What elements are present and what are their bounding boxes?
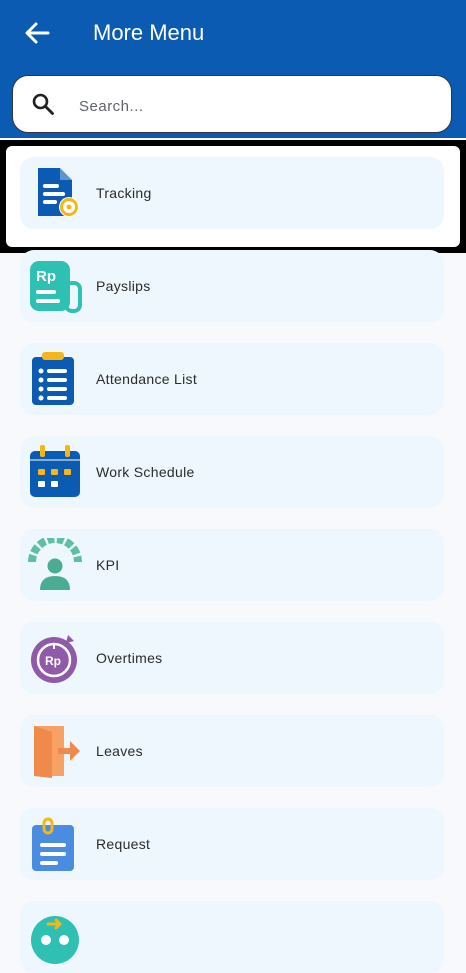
- menu-item-leaves[interactable]: Leaves: [20, 715, 444, 787]
- search-bar[interactable]: [12, 75, 452, 133]
- arrow-left-icon: [25, 22, 50, 44]
- kpi-gauge-person-icon: [28, 538, 82, 590]
- menu-item-label: Overtimes: [96, 650, 163, 666]
- clipboard-list-icon: [32, 352, 74, 405]
- back-button[interactable]: [20, 18, 54, 48]
- menu-item-payslips[interactable]: Rp Payslips: [20, 250, 444, 322]
- menu-item-tracking[interactable]: Tracking: [20, 157, 444, 229]
- request-document-icon: [32, 817, 74, 871]
- app-bar: More Menu: [0, 0, 466, 138]
- exit-door-icon: [34, 726, 80, 778]
- menu-item-label: Leaves: [96, 743, 143, 759]
- tracking-document-icon: [38, 168, 79, 217]
- partial-menu-icon: [31, 916, 79, 964]
- menu-item-label: Request: [96, 836, 151, 852]
- search-input[interactable]: [77, 90, 431, 122]
- menu-item-work-schedule[interactable]: Work Schedule: [20, 436, 444, 508]
- menu-item-attendance-list[interactable]: Attendance List: [20, 343, 444, 415]
- calendar-icon: [30, 445, 80, 497]
- payslip-rp-icon: Rp: [30, 261, 82, 313]
- page-title: More Menu: [93, 20, 205, 45]
- overtime-clock-rp-icon: Rp: [31, 635, 77, 683]
- menu-item-label: Work Schedule: [96, 464, 195, 480]
- menu-item-kpi[interactable]: KPI: [20, 529, 444, 601]
- menu-item-label: Tracking: [96, 185, 152, 201]
- svg-text:Rp: Rp: [36, 268, 56, 285]
- menu-item-partial[interactable]: [20, 901, 444, 973]
- menu-item-label: KPI: [96, 557, 120, 573]
- menu-item-label: Payslips: [96, 278, 151, 294]
- svg-text:Rp: Rp: [45, 654, 61, 668]
- menu-item-label: Attendance List: [96, 371, 198, 387]
- menu-item-request[interactable]: Request: [20, 808, 444, 880]
- menu-item-overtimes[interactable]: Rp Overtimes: [20, 622, 444, 694]
- search-icon: [32, 93, 54, 115]
